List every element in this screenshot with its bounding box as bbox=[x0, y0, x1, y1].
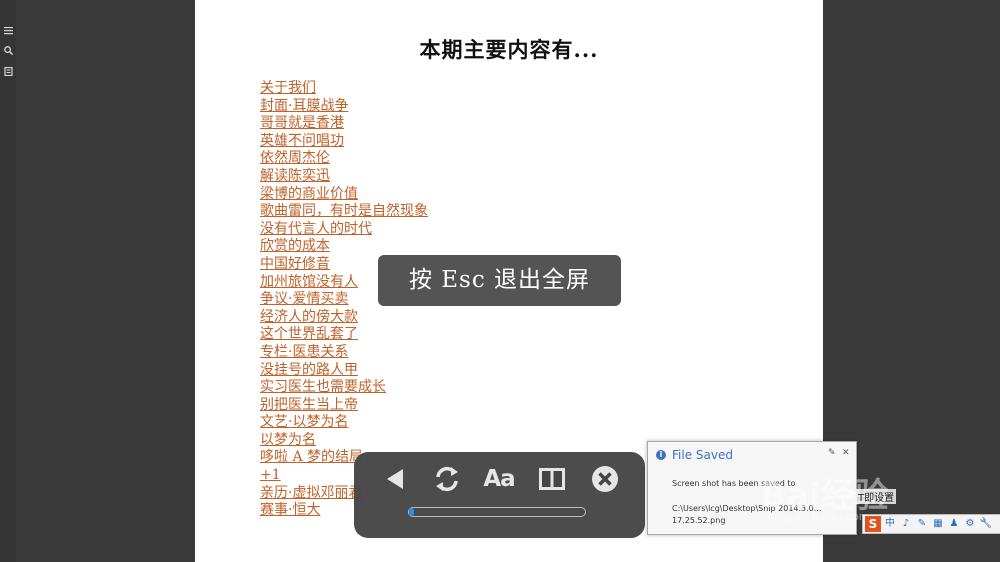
pen-icon[interactable]: ✎ bbox=[915, 517, 929, 531]
toc-link[interactable]: 关于我们 bbox=[260, 80, 428, 98]
left-sidebar bbox=[0, 0, 16, 562]
toc-link[interactable]: 欣赏的成本 bbox=[260, 238, 428, 256]
notification-title: File Saved bbox=[672, 448, 733, 462]
refresh-icon bbox=[436, 466, 458, 492]
notification-path[interactable]: C:\Users\lcg\Desktop\Snip 2014.3.0... bbox=[672, 504, 850, 513]
page-layout-button[interactable] bbox=[535, 462, 569, 496]
notification-filename: 17.25.52.png bbox=[672, 516, 726, 525]
page-title: 本期主要内容有... bbox=[419, 37, 599, 62]
reading-progress-fill bbox=[409, 508, 415, 516]
toc-link[interactable]: 实习医生也需要成长 bbox=[260, 379, 428, 397]
font-size-label: Aa bbox=[483, 466, 515, 492]
refresh-button[interactable] bbox=[430, 462, 464, 496]
reading-progress-slider[interactable] bbox=[408, 507, 586, 517]
font-size-button[interactable]: Aa bbox=[482, 462, 516, 496]
search-icon[interactable] bbox=[4, 46, 14, 56]
keyboard-icon[interactable]: ▦ bbox=[931, 517, 945, 531]
toc-link[interactable]: 梁博的商业价值 bbox=[260, 186, 428, 204]
reader-toolbar: Aa bbox=[354, 452, 645, 538]
toc-link[interactable]: 这个世界乱套了 bbox=[260, 326, 428, 344]
toc-link[interactable]: 英雄不问唱功 bbox=[260, 133, 428, 151]
ime-settings-label[interactable]: T即设置 bbox=[856, 489, 897, 504]
chinese-mode-icon[interactable]: 中 bbox=[883, 517, 897, 531]
shirt-icon[interactable]: ⚙ bbox=[963, 517, 977, 531]
close-icon[interactable]: ✕ bbox=[842, 448, 850, 458]
ime-toolbar: S 中 ♪ ✎ ▦ ♟ ⚙ 🔧 bbox=[862, 514, 1000, 534]
two-column-icon bbox=[539, 468, 565, 490]
toc-link[interactable]: 解读陈奕迅 bbox=[260, 168, 428, 186]
previous-page-button[interactable] bbox=[379, 462, 413, 496]
close-circle-icon bbox=[592, 466, 618, 492]
file-saved-notification: i File Saved ✎ ✕ Screen shot has been sa… bbox=[647, 441, 857, 535]
music-icon[interactable]: ♪ bbox=[899, 517, 913, 531]
user-icon[interactable]: ♟ bbox=[947, 517, 961, 531]
close-reader-button[interactable] bbox=[588, 462, 622, 496]
notification-message: Screen shot has been saved to bbox=[672, 479, 796, 488]
toc-link[interactable]: 没有代言人的时代 bbox=[260, 221, 428, 239]
triangle-left-icon bbox=[387, 469, 403, 489]
tools-icon[interactable]: 🔧 bbox=[979, 517, 993, 531]
sogou-logo-icon[interactable]: S bbox=[865, 516, 881, 532]
toc-link[interactable]: 经济人的傍大款 bbox=[260, 309, 428, 327]
toc-link[interactable]: 封面·耳膜战争 bbox=[260, 98, 428, 116]
exit-fullscreen-hint: 按 Esc 退出全屏 bbox=[378, 255, 621, 306]
toc-link[interactable]: 专栏·医患关系 bbox=[260, 344, 428, 362]
toc-link[interactable]: 别把医生当上帝 bbox=[260, 397, 428, 415]
info-icon: i bbox=[656, 450, 666, 460]
notes-icon[interactable] bbox=[4, 66, 13, 77]
pin-icon[interactable]: ✎ bbox=[828, 448, 836, 458]
toc-link[interactable]: 以梦为名 bbox=[260, 432, 428, 450]
toc-link[interactable]: 哥哥就是香港 bbox=[260, 115, 428, 133]
toc-link[interactable]: 歌曲雷同，有时是自然现象 bbox=[260, 203, 428, 221]
menu-icon[interactable] bbox=[4, 26, 13, 35]
toc-link[interactable]: 没挂号的路人甲 bbox=[260, 362, 428, 380]
toc-link[interactable]: 文艺·以梦为名 bbox=[260, 414, 428, 432]
toc-link[interactable]: 依然周杰伦 bbox=[260, 150, 428, 168]
